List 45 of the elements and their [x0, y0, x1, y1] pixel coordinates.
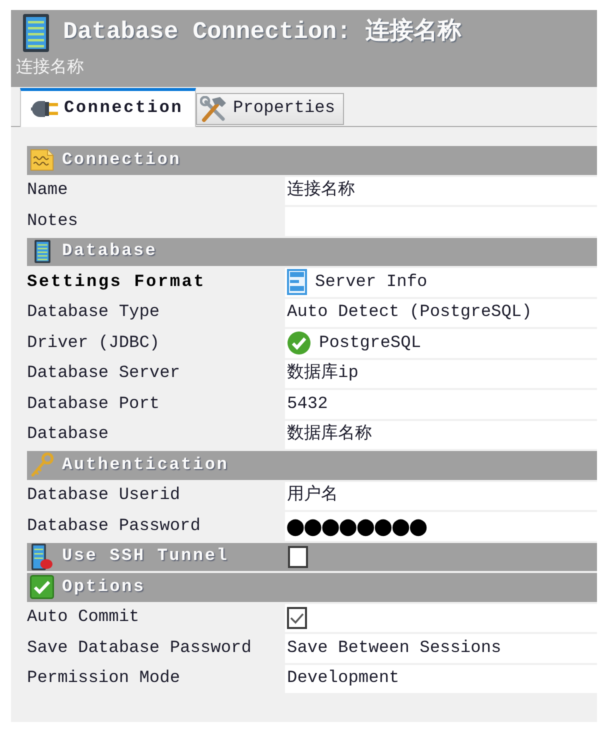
property-label: Save Database Password: [27, 638, 252, 660]
property-label: Settings Format: [27, 272, 207, 294]
tab[interactable]: Properties: [196, 93, 344, 125]
property-label: Database: [27, 424, 110, 446]
password-field[interactable]: ●●●●●●●●: [285, 512, 597, 540]
checkbox[interactable]: [288, 546, 308, 568]
server-icon: [31, 542, 53, 572]
plug-icon: [31, 99, 59, 119]
window-title: Database Connection: 连接名称: [63, 18, 462, 48]
value-field[interactable]: Auto Detect (PostgreSQL): [285, 298, 597, 327]
connection-subtitle: 连接名称: [16, 60, 84, 78]
check-circle-icon: [287, 331, 311, 356]
section-title: Database: [62, 241, 158, 263]
section-title: Use SSH Tunnel: [62, 546, 229, 568]
property-label: Driver (JDBC): [27, 332, 161, 354]
value-field[interactable]: 数据库名称: [285, 420, 597, 449]
note-icon: [30, 148, 54, 172]
value-field[interactable]: 用户名: [285, 482, 597, 510]
property-label: Permission Mode: [27, 668, 182, 690]
property-label: Notes: [27, 210, 80, 232]
tab[interactable]: Connection: [20, 88, 196, 127]
value-field[interactable]: Development: [285, 664, 597, 693]
document-icon: [287, 269, 307, 296]
value-field[interactable]: PostgreSQL: [285, 329, 597, 358]
key-icon: [30, 452, 54, 478]
value-field[interactable]: 数据库ip: [285, 360, 597, 388]
section-title: Options: [62, 576, 146, 598]
value-field[interactable]: Server Info: [285, 268, 597, 296]
server-icon: [34, 238, 50, 266]
tools-icon: [200, 96, 228, 122]
property-label: Database Userid: [27, 485, 182, 507]
property-label: Auto Commit: [27, 607, 140, 629]
property-label: Name: [27, 180, 69, 202]
server-icon: [22, 13, 50, 53]
section-title: Authentication: [62, 454, 229, 476]
property-label: Database Port: [27, 394, 161, 416]
checkmark-icon: [30, 575, 54, 600]
value-field[interactable]: 5432: [285, 390, 597, 418]
value-field[interactable]: Save Between Sessions: [285, 634, 597, 662]
checkbox[interactable]: [287, 606, 307, 629]
property-label: Database Type: [27, 302, 161, 324]
property-label: Database Server: [27, 363, 182, 385]
property-label: Database Password: [27, 516, 202, 538]
value-field[interactable]: 连接名称: [285, 176, 597, 205]
section-title: Connection: [62, 150, 182, 172]
